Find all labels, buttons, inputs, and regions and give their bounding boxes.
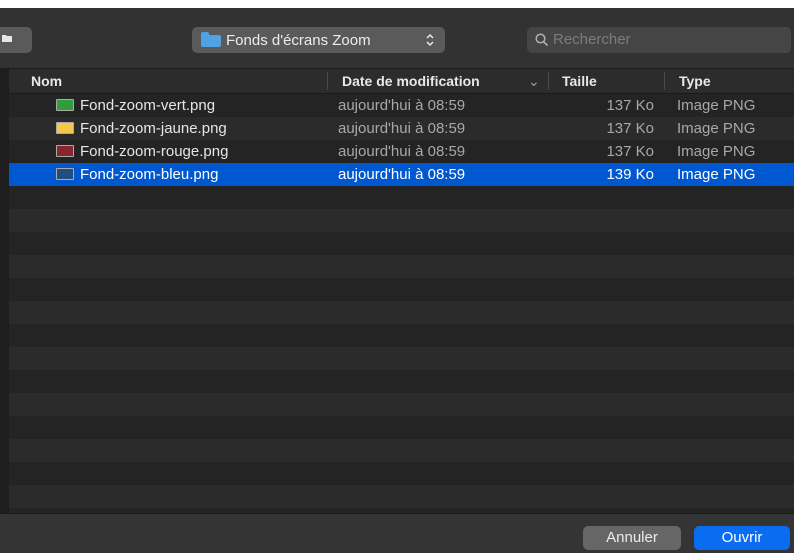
file-type: Image PNG	[677, 166, 756, 183]
file-name: Fond-zoom-jaune.png	[80, 120, 227, 137]
chevron-updown-icon	[425, 32, 435, 48]
file-row[interactable]: Fond-zoom-rouge.png aujourd'hui à 08:59 13…	[9, 140, 794, 163]
sidebar-edge	[0, 69, 9, 513]
new-folder-icon	[2, 33, 12, 43]
toolbar: Fonds d'écrans Zoom Rechercher	[0, 8, 794, 69]
file-date: aujourd'hui à 08:59	[338, 97, 466, 114]
empty-row	[9, 485, 794, 508]
empty-row	[9, 416, 794, 439]
file-size: 137 Ko	[606, 120, 654, 137]
file-list: Nom Date de modification ⌄ Taille Type F…	[9, 69, 794, 513]
file-size: 137 Ko	[606, 143, 654, 160]
cancel-button[interactable]: Annuler	[583, 526, 681, 550]
sort-chevron-icon: ⌄	[528, 73, 540, 89]
file-row[interactable]: Fond-zoom-bleu.png aujourd'hui à 08:59 139…	[9, 163, 794, 186]
empty-row	[9, 278, 794, 301]
column-header-size[interactable]: Taille	[562, 69, 597, 93]
column-divider	[664, 72, 665, 90]
empty-row	[9, 186, 794, 209]
file-name: Fond-zoom-rouge.png	[80, 143, 229, 160]
column-divider	[548, 72, 549, 90]
file-name: Fond-zoom-bleu.png	[80, 166, 219, 183]
table-header: Nom Date de modification ⌄ Taille Type	[9, 69, 794, 94]
file-date: aujourd'hui à 08:59	[338, 143, 466, 160]
png-file-icon	[56, 99, 74, 111]
file-type: Image PNG	[677, 97, 756, 114]
png-file-icon	[56, 145, 74, 157]
column-divider	[327, 72, 328, 90]
file-name: Fond-zoom-vert.png	[80, 97, 216, 114]
empty-row	[9, 255, 794, 278]
location-popup[interactable]: Fonds d'écrans Zoom	[192, 27, 445, 53]
file-type: Image PNG	[677, 120, 756, 137]
empty-row	[9, 232, 794, 255]
file-row[interactable]: Fond-zoom-vert.png aujourd'hui à 08:59 137…	[9, 94, 794, 117]
file-size: 137 Ko	[606, 97, 654, 114]
file-type: Image PNG	[677, 143, 756, 160]
open-file-dialog: Fonds d'écrans Zoom Rechercher Nom Date …	[0, 8, 794, 553]
folder-icon	[201, 32, 221, 47]
empty-row	[9, 347, 794, 370]
empty-row	[9, 370, 794, 393]
search-placeholder: Rechercher	[553, 31, 631, 48]
empty-row	[9, 324, 794, 347]
column-header-date[interactable]: Date de modification	[342, 69, 480, 93]
column-header-type[interactable]: Type	[679, 69, 711, 93]
file-size: 139 Ko	[606, 166, 654, 183]
empty-row	[9, 393, 794, 416]
search-input[interactable]: Rechercher	[527, 27, 791, 53]
png-file-icon	[56, 168, 74, 180]
new-folder-button[interactable]	[0, 27, 32, 53]
location-label: Fonds d'écrans Zoom	[226, 32, 371, 49]
file-date: aujourd'hui à 08:59	[338, 120, 466, 137]
png-file-icon	[56, 122, 74, 134]
file-row[interactable]: Fond-zoom-jaune.png aujourd'hui à 08:59 13…	[9, 117, 794, 140]
dialog-footer: Annuler Ouvrir	[0, 513, 794, 553]
column-header-name[interactable]: Nom	[31, 69, 62, 93]
empty-row	[9, 439, 794, 462]
empty-row	[9, 209, 794, 232]
empty-row	[9, 462, 794, 485]
file-date: aujourd'hui à 08:59	[338, 166, 466, 183]
open-button[interactable]: Ouvrir	[694, 526, 790, 550]
empty-row	[9, 301, 794, 324]
search-icon	[535, 33, 549, 47]
